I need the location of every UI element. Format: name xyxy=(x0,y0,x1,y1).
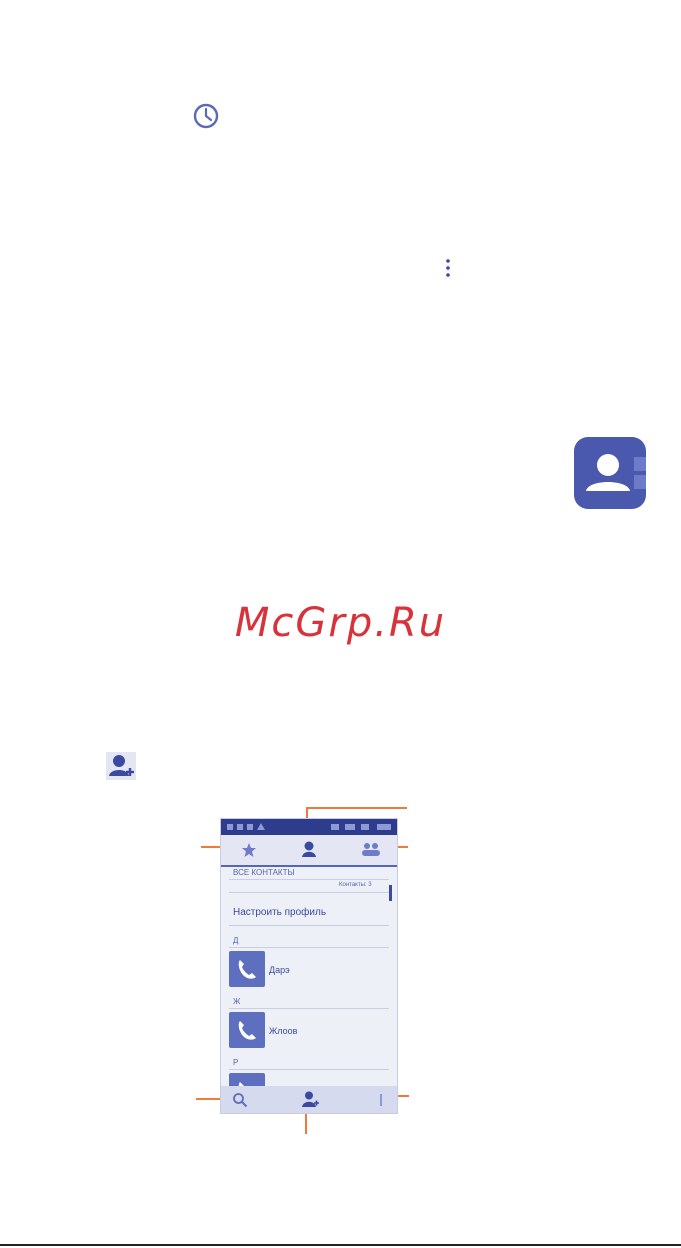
group-letter: Ж xyxy=(233,997,241,1006)
callout-top-horizontal xyxy=(306,807,407,809)
bottom-action-bar xyxy=(221,1086,397,1113)
contacts-app-icon xyxy=(574,437,648,509)
add-person-icon[interactable] xyxy=(301,1090,319,1108)
divider xyxy=(229,925,389,926)
contact-name[interactable]: Дарэ xyxy=(269,965,290,975)
all-contacts-header: ВСЕ КОНТАКТЫ xyxy=(233,868,295,877)
scrollbar[interactable] xyxy=(389,885,392,901)
contact-name[interactable]: Жлоов xyxy=(269,1026,297,1036)
add-contact-icon xyxy=(106,752,136,780)
divider xyxy=(229,1069,389,1070)
contacts-tabs-bar xyxy=(221,835,397,867)
overflow-menu-icon xyxy=(444,257,452,279)
contact-avatar xyxy=(229,1012,265,1048)
profile-label[interactable]: Настроить профиль xyxy=(233,907,326,918)
divider xyxy=(229,892,389,893)
status-bar xyxy=(221,819,397,835)
search-icon[interactable] xyxy=(232,1092,248,1108)
contact-avatar xyxy=(229,951,265,987)
group-letter: Р xyxy=(233,1058,239,1067)
person-icon[interactable] xyxy=(301,840,317,858)
menu-icon[interactable] xyxy=(379,1093,383,1107)
search-hint: Контакты: 3 xyxy=(339,882,372,888)
divider xyxy=(229,879,389,880)
group-letter: Д xyxy=(233,936,239,945)
star-icon[interactable] xyxy=(241,842,257,858)
divider xyxy=(229,1008,389,1009)
page-bottom-rule xyxy=(0,1244,681,1246)
watermark-text: McGrp.Ru xyxy=(234,600,447,646)
clock-icon xyxy=(192,102,220,130)
divider xyxy=(229,947,389,948)
phone-screenshot: ВСЕ КОНТАКТЫ Контакты: 3 Настроить профи… xyxy=(221,819,397,1113)
group-icon[interactable] xyxy=(361,841,381,857)
